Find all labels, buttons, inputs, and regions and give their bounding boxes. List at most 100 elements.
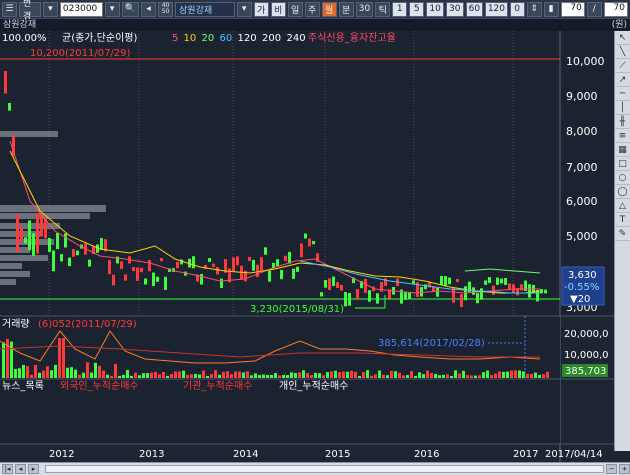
btn-day[interactable]: 일: [287, 1, 303, 17]
btn-bi[interactable]: 비: [270, 1, 286, 17]
volume-bar: [286, 375, 289, 378]
hline-icon[interactable]: ─: [615, 87, 630, 101]
cursor-icon[interactable]: ↖: [615, 31, 630, 45]
btn-minute[interactable]: 분: [338, 1, 354, 17]
volume-bar: [322, 375, 325, 378]
menu-icon[interactable]: ☰: [2, 1, 17, 17]
prev-arrow-icon[interactable]: ◂: [141, 1, 157, 17]
btn-60[interactable]: 60: [465, 1, 484, 17]
volume-bar: [314, 372, 317, 378]
candle: [376, 293, 379, 304]
btn-month[interactable]: 월: [321, 1, 337, 17]
name-dropdown-icon[interactable]: ▾: [236, 1, 252, 17]
volume-bar: [338, 372, 341, 378]
btn-1[interactable]: 1: [392, 1, 408, 17]
volume-bar: [418, 372, 421, 378]
volume-bar: [518, 370, 521, 378]
btn-week[interactable]: 주: [304, 1, 320, 17]
btn-30b[interactable]: 30: [445, 1, 464, 17]
slash-icon: /: [586, 1, 602, 17]
btn-120[interactable]: 120: [485, 1, 508, 17]
candle: [88, 259, 91, 267]
btn-ga[interactable]: 가: [253, 1, 269, 17]
candle: [328, 278, 331, 291]
investor-institution: 기관_누적순매수: [183, 380, 252, 392]
line-icon[interactable]: ╲: [615, 45, 630, 59]
candle: [64, 233, 67, 248]
scroll-left-icon[interactable]: ◂: [15, 464, 26, 474]
scroll-track[interactable]: [45, 465, 604, 473]
candle: [368, 290, 371, 302]
candle: [248, 257, 251, 261]
change-menu[interactable]: 변경: [19, 0, 41, 22]
circle-icon[interactable]: ○: [615, 171, 630, 185]
volume-bar: [66, 367, 69, 378]
volume-bar: [34, 364, 37, 378]
volume-bar: [442, 374, 445, 378]
candle: [144, 278, 147, 285]
bottom-scrollbar: |◂ ◂ ▸ − +: [0, 462, 630, 475]
volume-bar: [146, 373, 149, 378]
candle: [156, 276, 159, 282]
candle: [440, 276, 443, 285]
channel-icon[interactable]: ╫: [615, 115, 630, 129]
volume-bar: [414, 375, 417, 378]
text-icon[interactable]: T: [615, 213, 630, 227]
code-dropdown-icon[interactable]: ▾: [104, 1, 120, 17]
year-2014: 2014: [233, 449, 258, 460]
year-2013: 2013: [139, 449, 164, 460]
volume-bar: [514, 370, 517, 378]
volume-bar: [226, 371, 229, 378]
volume-bar: [154, 371, 157, 378]
volume-bar: [306, 372, 309, 378]
btn-5[interactable]: 5: [409, 1, 425, 17]
stock-code-input[interactable]: 023000: [59, 1, 103, 17]
bars-icon[interactable]: ▮: [543, 1, 559, 17]
change-pct: -0.55%: [564, 282, 599, 293]
btn-30[interactable]: 30: [355, 1, 374, 17]
candle: [236, 256, 239, 266]
volume-bar: [42, 370, 45, 378]
zoom-in-icon[interactable]: +: [619, 464, 630, 474]
vline-icon[interactable]: │: [615, 101, 630, 115]
investor-foreign: 외국인_누적순매수: [60, 380, 139, 392]
volume-bar: [234, 371, 237, 378]
volume-axis-10m: 10,000,0: [564, 350, 609, 361]
volume-bar: [78, 374, 81, 378]
spin-icon[interactable]: ⇕: [526, 1, 542, 17]
scroll-first-icon[interactable]: |◂: [2, 464, 13, 474]
volume-bar: [378, 370, 381, 378]
rect-icon[interactable]: □: [615, 157, 630, 171]
volume-bar: [94, 362, 97, 378]
eraser-icon[interactable]: ✎: [615, 227, 630, 241]
candle: [220, 278, 223, 288]
ray-icon[interactable]: ↗: [615, 73, 630, 87]
triangle-icon[interactable]: △: [615, 199, 630, 213]
dropdown-arrow-icon[interactable]: ▾: [42, 1, 58, 17]
candle: [276, 259, 279, 266]
candle: [420, 287, 423, 297]
trendline-icon[interactable]: ⟋: [615, 59, 630, 73]
search-icon[interactable]: 🔍: [121, 1, 140, 17]
candle: [72, 249, 75, 257]
volume-bar: [510, 370, 513, 378]
volume-bar: [30, 374, 33, 378]
btn-0[interactable]: 0: [509, 1, 525, 17]
volume-bar: [382, 374, 385, 378]
count-field-b[interactable]: 70: [603, 1, 628, 17]
volume-bar: [334, 370, 337, 378]
period-selector[interactable]: 40 50: [158, 1, 174, 17]
candle: [212, 263, 215, 267]
ellipse-icon[interactable]: ◯: [615, 185, 630, 199]
zoom-out-icon[interactable]: −: [606, 464, 617, 474]
fibonacci-icon[interactable]: ≡: [615, 129, 630, 143]
grid-icon[interactable]: ▦: [615, 143, 630, 157]
count-field-a[interactable]: 70: [560, 1, 585, 17]
candle: [356, 289, 359, 300]
volume-bar: [142, 373, 145, 378]
btn-10[interactable]: 10: [426, 1, 444, 17]
candle: [300, 243, 303, 258]
scroll-right-icon[interactable]: ▸: [28, 464, 39, 474]
volume-bar: [538, 375, 541, 378]
btn-tick[interactable]: 틱: [375, 1, 391, 17]
